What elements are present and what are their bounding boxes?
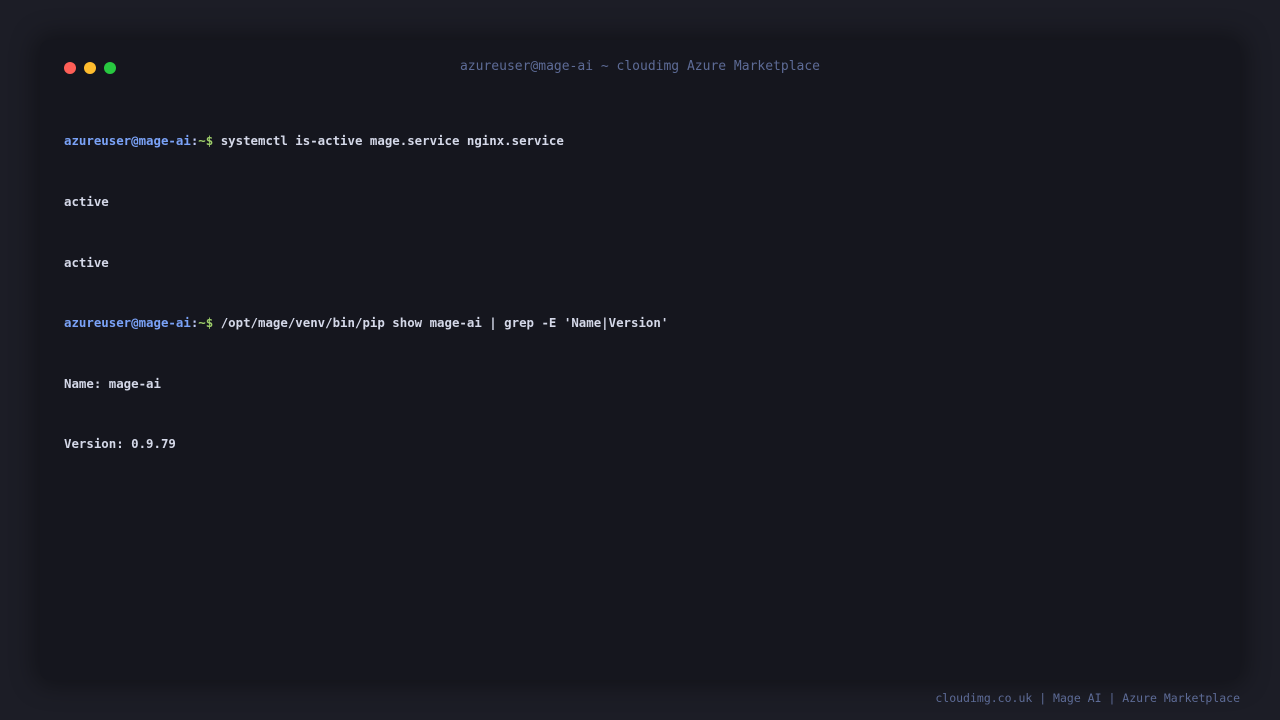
command-text: /opt/mage/venv/bin/pip show mage-ai | gr… (220, 315, 669, 331)
output-line: active (64, 194, 109, 209)
prompt-path: ~ (198, 315, 206, 331)
window-title: azureuser@mage-ai ~ cloudimg Azure Marke… (459, 59, 821, 74)
terminal-window[interactable]: azureuser@mage-ai ~ cloudimg Azure Marke… (40, 40, 1240, 680)
prompt-user-host: azureuser@mage-ai (64, 133, 191, 149)
command-line: azureuser@mage-ai:~$ /opt/mage/venv/bin/… (64, 313, 1216, 333)
prompt-user-host: azureuser@mage-ai (64, 315, 191, 331)
command-line: azureuser@mage-ai:~$ systemctl is-active… (64, 131, 1216, 151)
output-line: Version: 0.9.79 (64, 436, 176, 452)
prompt-path: ~ (198, 133, 206, 149)
footer-caption: cloudimg.co.uk | Mage AI | Azure Marketp… (935, 691, 1240, 705)
output-line: Name: mage-ai (64, 375, 161, 391)
terminal-output[interactable]: azureuser@mage-ai:~$ systemctl is-active… (64, 91, 1216, 664)
command-text: systemctl is-active mage.service nginx.s… (220, 133, 564, 149)
prompt-symbol: $ (205, 133, 214, 149)
title-bar[interactable]: azureuser@mage-ai ~ cloudimg Azure Marke… (40, 40, 1240, 96)
prompt-symbol: $ (205, 315, 214, 331)
output-line: active (64, 254, 109, 270)
